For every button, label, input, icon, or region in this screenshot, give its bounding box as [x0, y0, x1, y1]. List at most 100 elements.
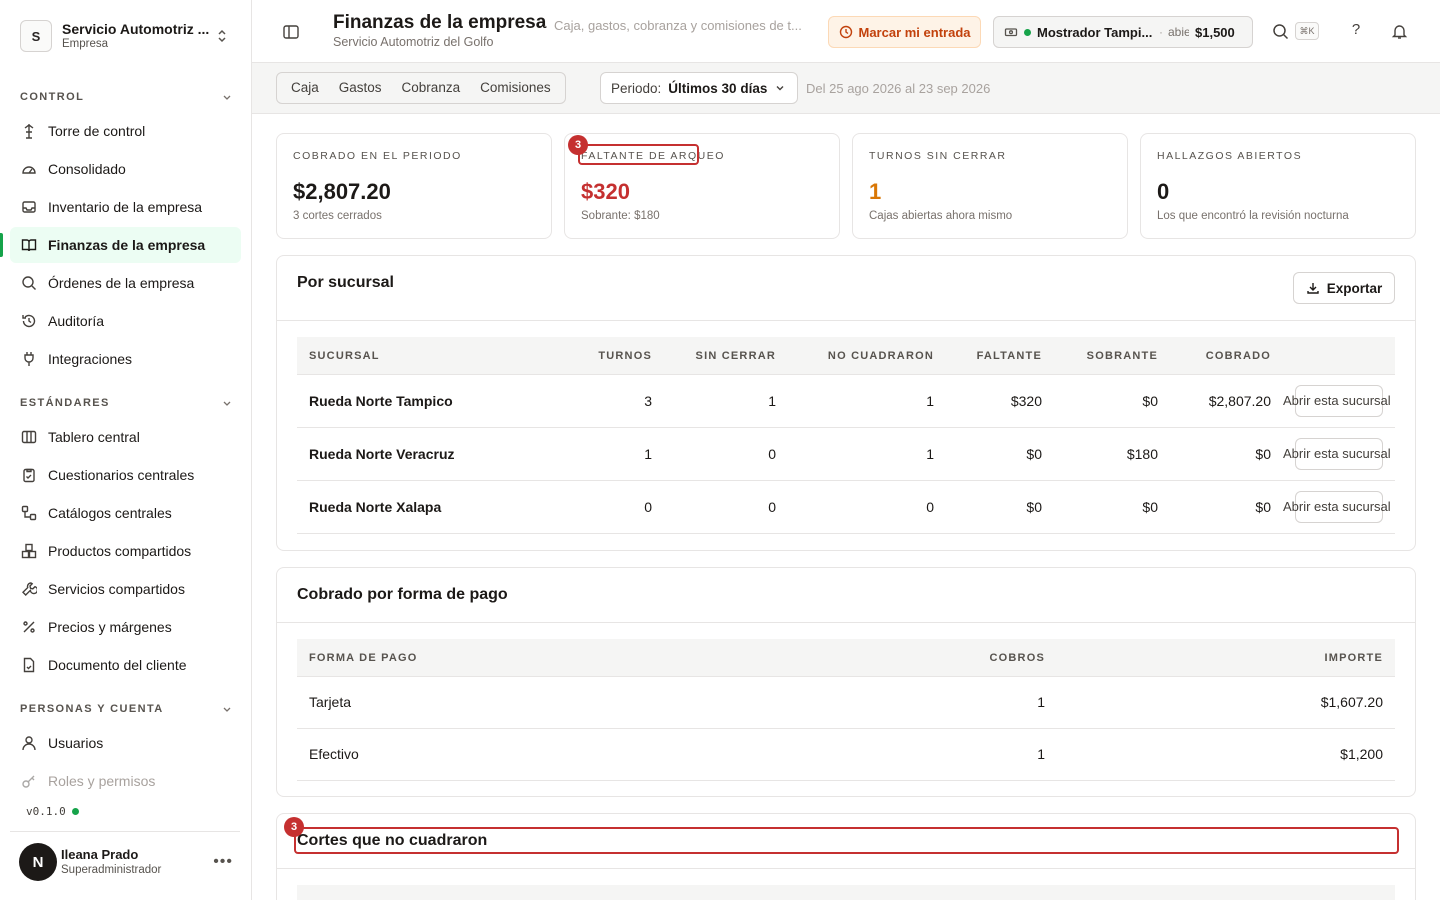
clock-icon [839, 25, 852, 39]
table-header [297, 885, 1395, 900]
period-value: Últimos 30 días [668, 80, 768, 96]
sidebar-item-label: Torre de control [48, 123, 146, 139]
section-title: PERSONAS Y CUENTA [20, 703, 164, 715]
sidebar-item-consolidado[interactable]: Consolidado [10, 151, 241, 187]
chevron-updown-icon [218, 29, 226, 43]
section-estandares[interactable]: ESTÁNDARES [20, 395, 232, 411]
status-dot [71, 808, 79, 815]
columns-icon [21, 430, 37, 444]
table-header: FORMA DE PAGO COBROS IMPORTE [297, 639, 1395, 677]
tab-cobranza[interactable]: Cobranza [392, 73, 471, 103]
export-label: Exportar [1326, 280, 1383, 296]
history-icon [22, 314, 36, 328]
period-select[interactable]: Periodo: Últimos 30 días [600, 72, 798, 104]
sidebar-item-integraciones[interactable]: Integraciones [10, 341, 241, 377]
sidebar-toggle-icon[interactable] [282, 23, 300, 41]
main-content: COBRADO EN EL PERIODO $2,807.20 3 cortes… [252, 114, 1440, 900]
org-avatar: S [20, 20, 52, 52]
help-icon[interactable]: ? [1346, 21, 1366, 38]
register-separator: · [1159, 25, 1163, 39]
percent-icon [23, 621, 35, 633]
branches-card: Por sucursal Exportar SUCURSAL TURNOS SI… [276, 255, 1416, 551]
user-menu[interactable]: N Ileana Prado Superadministrador ••• [19, 843, 241, 881]
more-icon[interactable]: ••• [213, 853, 233, 871]
kpi-turnos: TURNOS SIN CERRAR 1 Cajas abiertas ahora… [852, 133, 1128, 239]
sidebar-item-cuestionarios[interactable]: Cuestionarios centrales [10, 457, 241, 493]
search-icon[interactable] [1272, 23, 1289, 40]
kpi-sub: 3 cortes cerrados [293, 210, 382, 222]
export-button[interactable]: Exportar [1293, 272, 1395, 304]
register-amount: $1,500 [1195, 24, 1235, 40]
divider [277, 320, 1415, 321]
chevron-down-icon [223, 95, 231, 100]
sidebar-item-ordenes[interactable]: Órdenes de la empresa [10, 265, 241, 301]
cell-sin-cerrar: 0 [768, 446, 776, 462]
tab-caja[interactable]: Caja [281, 73, 329, 103]
sidebar-item-label: Inventario de la empresa [48, 199, 203, 215]
sidebar-item-torre[interactable]: Torre de control [10, 113, 241, 149]
register-status-dot [1024, 28, 1031, 36]
kpi-value: 1 [869, 179, 882, 204]
cell-faltante: $320 [1010, 393, 1042, 409]
search-icon [22, 276, 36, 290]
gauge-icon [22, 166, 36, 174]
sidebar-item-finanzas[interactable]: Finanzas de la empresa [0, 227, 241, 263]
sidebar-item-auditoria[interactable]: Auditoría [10, 303, 241, 339]
annotation-badge: 3 [568, 135, 588, 155]
payment-count: 1 [1037, 746, 1045, 762]
punch-in-label: Marcar mi entrada [858, 24, 971, 40]
divider [277, 868, 1415, 869]
section-control[interactable]: CONTROL [20, 89, 232, 105]
tab-comisiones[interactable]: Comisiones [470, 73, 561, 103]
topbar: Finanzas de la empresa Servicio Automotr… [252, 0, 1440, 63]
table-row: Rueda Norte Xalapa 0 0 0 $0 $0 $0 Abrir … [297, 481, 1395, 534]
date-range: Del 25 ago 2026 al 23 sep 2026 [806, 81, 991, 96]
column-header: IMPORTE [1324, 652, 1383, 664]
punch-in-button[interactable]: Marcar mi entrada [828, 16, 981, 48]
sidebar-item-label: Precios y márgenes [48, 619, 172, 635]
sidebar-item-precios[interactable]: Precios y márgenes [10, 609, 241, 645]
open-branch-label: Abrir esta sucursal [1283, 446, 1391, 461]
column-header: SUCURSAL [309, 350, 380, 362]
card-title: Cobrado por forma de pago [297, 586, 508, 603]
app-version: v0.1.0 [26, 805, 79, 818]
kpi-value: $320 [581, 179, 630, 204]
cell-faltante: $0 [1026, 446, 1042, 462]
sidebar-item-label: Documento del cliente [48, 657, 187, 673]
page-subtitle: Servicio Automotriz del Golfo [333, 35, 494, 49]
column-header: SOBRANTE [1086, 350, 1158, 362]
page-title: Finanzas de la empresa [333, 12, 547, 33]
register-selector[interactable]: Mostrador Tampi... · abie $1,500 [993, 16, 1253, 48]
register-status: abie [1168, 25, 1189, 39]
sidebar-item-usuarios[interactable]: Usuarios [10, 725, 241, 761]
annotation-badge: 3 [284, 817, 304, 837]
wrench-icon [22, 582, 37, 596]
column-header: COBROS [989, 652, 1045, 664]
tab-gastos[interactable]: Gastos [329, 73, 392, 103]
section-title: ESTÁNDARES [20, 397, 110, 409]
sidebar-item-servicios[interactable]: Servicios compartidos [10, 571, 241, 607]
bell-icon[interactable] [1391, 23, 1408, 40]
table-row: Efectivo 1 $1,200 [297, 729, 1395, 781]
page-description: Caja, gastos, cobranza y comisiones de t… [554, 18, 802, 33]
sidebar-item-tablero[interactable]: Tablero central [10, 419, 241, 455]
sidebar-item-label: Servicios compartidos [48, 581, 185, 597]
section-personas[interactable]: PERSONAS Y CUENTA [20, 701, 232, 717]
table-row: Rueda Norte Tampico 3 1 1 $320 $0 $2,807… [297, 375, 1395, 428]
sidebar-item-inventario[interactable]: Inventario de la empresa [10, 189, 241, 225]
sidebar-item-roles[interactable]: Roles y permisos [10, 763, 241, 799]
card-title: Por sucursal [297, 274, 394, 291]
cell-sobrante: $0 [1142, 393, 1158, 409]
sidebar-item-documento[interactable]: Documento del cliente [10, 647, 241, 683]
payment-amount: $1,607.20 [1320, 694, 1383, 710]
sidebar-item-label: Finanzas de la empresa [48, 237, 206, 253]
sidebar-item-catalogos[interactable]: Catálogos centrales [10, 495, 241, 531]
org-switcher[interactable]: S Servicio Automotriz ... Empresa [20, 17, 240, 55]
cell-turnos: 1 [644, 446, 652, 462]
divider [10, 831, 240, 832]
user-name: Ileana Prado [61, 846, 139, 862]
cell-sin-cerrar: 1 [768, 393, 776, 409]
sidebar-item-productos[interactable]: Productos compartidos [10, 533, 241, 569]
branch-name: Rueda Norte Veracruz [309, 446, 455, 462]
cell-cobrado: $0 [1255, 499, 1271, 515]
